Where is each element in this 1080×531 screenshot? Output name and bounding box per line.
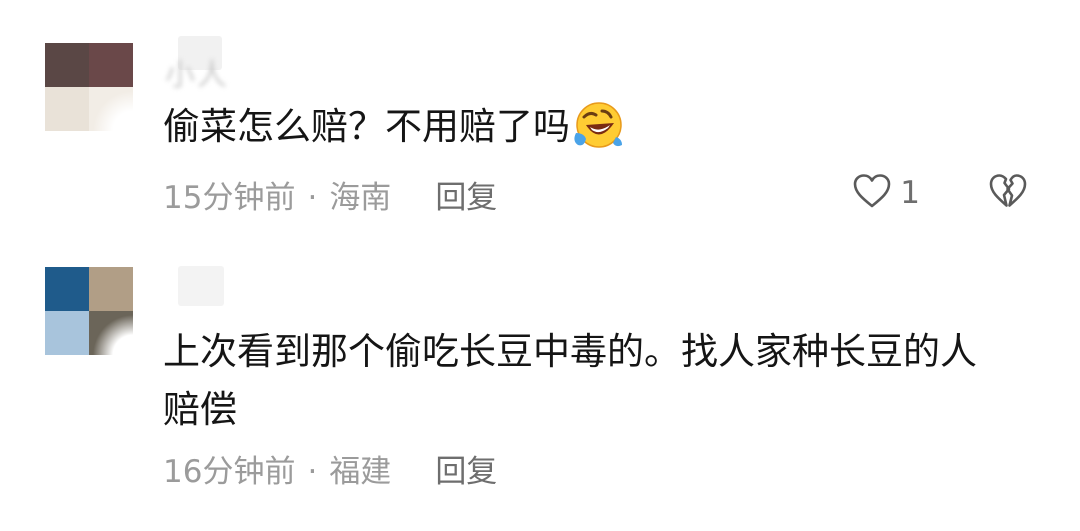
like-button[interactable]: 1: [852, 173, 920, 213]
comment-item: 小人 偷菜怎么赔？不用赔了吗 15分钟前 · 海南 回复 1: [0, 0, 1080, 240]
comment-content: 偷菜怎么赔？不用赔了吗: [163, 98, 1033, 156]
avatar-pixel: [45, 267, 89, 311]
avatar-pixel: [89, 43, 133, 87]
comment-text-line: 赔偿: [163, 388, 237, 431]
avatar[interactable]: [45, 267, 133, 355]
heart-icon: [852, 173, 892, 213]
like-count: 1: [900, 175, 920, 211]
username-mosaic: [178, 266, 224, 306]
reply-button[interactable]: 回复: [435, 454, 497, 490]
avatar[interactable]: [45, 43, 133, 131]
avatar-mask: [93, 315, 133, 355]
comment-time: 15分钟前: [163, 180, 296, 216]
comment-location: 福建: [329, 454, 392, 490]
comment-content: 上次看到那个偷吃长豆中毒的。找人家种长豆的人 赔偿: [163, 323, 1033, 439]
dislike-button[interactable]: [988, 173, 1028, 213]
rolling-on-floor-laughing-emoji-icon: [572, 99, 624, 151]
avatar-pixel: [45, 311, 89, 355]
comment-time: 16分钟前: [163, 454, 296, 490]
comment-location: 海南: [329, 180, 392, 216]
comment-actions: 1: [852, 170, 1028, 216]
avatar-pixel: [45, 87, 89, 131]
comment-meta: 15分钟前 · 海南 回复: [163, 172, 497, 217]
meta-separator: ·: [307, 180, 318, 216]
broken-heart-icon: [988, 173, 1028, 213]
avatar-pixel: [89, 267, 133, 311]
username[interactable]: 小人: [165, 50, 229, 94]
comment-text-line: 上次看到那个偷吃长豆中毒的。找人家种长豆的人: [163, 330, 977, 373]
avatar-mask: [93, 91, 133, 131]
meta-separator: ·: [307, 454, 318, 490]
comment-item: 上次看到那个偷吃长豆中毒的。找人家种长豆的人 赔偿 16分钟前 · 福建 回复: [0, 240, 1080, 531]
avatar-pixel: [45, 43, 89, 87]
reply-button[interactable]: 回复: [435, 180, 497, 216]
comment-text: 偷菜怎么赔？不用赔了吗: [163, 105, 570, 148]
comment-meta: 16分钟前 · 福建 回复: [163, 446, 497, 491]
